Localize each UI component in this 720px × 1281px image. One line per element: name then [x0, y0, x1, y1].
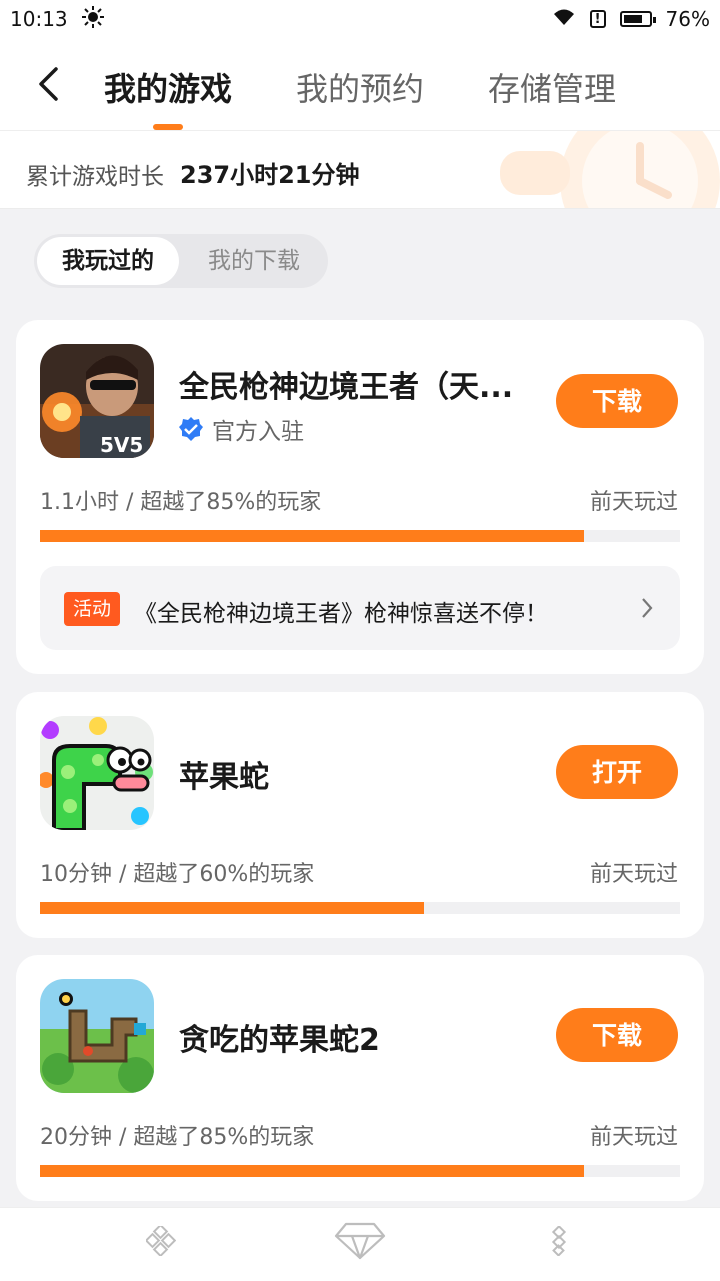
- tab-storage-management[interactable]: 存储管理: [488, 64, 616, 110]
- game-card[interactable]: 贪吃的苹果蛇2 下载 20分钟 / 超越了85%的玩家 前天玩过: [16, 955, 704, 1201]
- tab-my-games[interactable]: 我的游戏: [104, 64, 232, 110]
- activity-tag: 活动: [64, 592, 120, 626]
- game-icon-shooter: 5V5: [40, 344, 154, 458]
- activity-text: 《全民枪神边境王者》枪神惊喜送不停！: [134, 601, 548, 627]
- game-icon-greedy-snake: [40, 979, 154, 1093]
- segment-played[interactable]: 我玩过的: [37, 237, 179, 285]
- game-icon-apple-snake: [40, 716, 154, 830]
- bottom-nav: [0, 1207, 720, 1281]
- gift-icon[interactable]: [546, 1226, 574, 1256]
- game-card[interactable]: 5V5 全民枪神边境王者（天... 官方入驻 下载 1.1小时 / 超越了85%…: [16, 320, 704, 674]
- play-progress-bar: [40, 1165, 680, 1177]
- history-segment-control: 我玩过的 我的下载: [34, 234, 328, 288]
- diamond-icon[interactable]: [334, 1222, 386, 1260]
- play-stats: 1.1小时 / 超越了85%的玩家: [40, 490, 322, 515]
- play-progress-bar: [40, 902, 680, 914]
- svg-text:5V5: 5V5: [100, 433, 143, 457]
- last-played: 前天玩过: [589, 862, 678, 887]
- play-progress-fill: [40, 530, 584, 542]
- battery-icon: [619, 11, 656, 27]
- playtime-label: 累计游戏时长: [26, 164, 164, 190]
- wifi-icon: [552, 7, 576, 31]
- game-title[interactable]: 贪吃的苹果蛇2: [179, 1015, 380, 1059]
- last-played: 前天玩过: [589, 1125, 678, 1150]
- game-pad-icon[interactable]: [146, 1226, 176, 1256]
- battery-percent: 76%: [665, 7, 710, 31]
- play-stats: 10分钟 / 超越了60%的玩家: [40, 862, 315, 887]
- verified-badge: 官方入驻: [178, 412, 304, 446]
- game-card[interactable]: 苹果蛇 打开 10分钟 / 超越了60%的玩家 前天玩过: [16, 692, 704, 938]
- chevron-left-icon: [39, 67, 58, 101]
- top-nav: 我的游戏 我的预约 存储管理: [0, 38, 720, 131]
- back-button[interactable]: [28, 62, 68, 106]
- status-time: 10:13: [10, 7, 68, 31]
- download-button[interactable]: 下载: [556, 1008, 678, 1062]
- last-played: 前天玩过: [589, 490, 678, 515]
- playtime-value: 237小时21分钟: [180, 161, 360, 189]
- total-playtime-banner: 累计游戏时长 237小时21分钟: [0, 131, 720, 209]
- active-tab-indicator: [153, 124, 183, 130]
- verified-label: 官方入驻: [212, 419, 304, 445]
- play-stats: 20分钟 / 超越了85%的玩家: [40, 1125, 315, 1150]
- chevron-right-icon: [642, 598, 653, 618]
- tab-my-reservations[interactable]: 我的预约: [296, 64, 424, 110]
- alert-icon: !: [589, 10, 606, 28]
- play-progress-fill: [40, 902, 424, 914]
- activity-banner[interactable]: 活动 《全民枪神边境王者》枪神惊喜送不停！: [40, 566, 680, 650]
- game-title[interactable]: 全民枪神边境王者（天...: [179, 362, 513, 406]
- segment-downloads[interactable]: 我的下载: [184, 237, 324, 285]
- game-title[interactable]: 苹果蛇: [179, 752, 269, 796]
- play-progress-bar: [40, 530, 680, 542]
- status-bar: 10:13 ! 76%: [0, 0, 720, 38]
- play-progress-fill: [40, 1165, 584, 1177]
- verified-check-icon: [179, 417, 203, 441]
- open-button[interactable]: 打开: [556, 745, 678, 799]
- brightness-icon: [81, 5, 104, 33]
- download-button[interactable]: 下载: [556, 374, 678, 428]
- game-clock-decoration-icon: [500, 131, 720, 208]
